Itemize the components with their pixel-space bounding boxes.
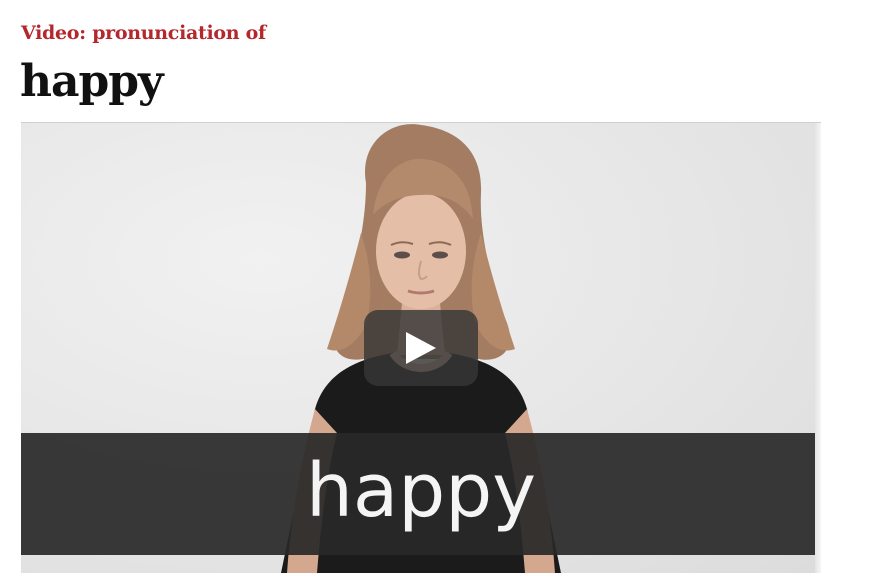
play-icon xyxy=(406,332,436,364)
page-title: happy xyxy=(20,56,164,107)
pronunciation-kicker: Video: pronunciation of xyxy=(21,22,266,44)
play-button[interactable] xyxy=(364,310,478,386)
video-player[interactable]: happy xyxy=(21,122,821,573)
caption-word: happy xyxy=(306,448,536,534)
video-right-edge xyxy=(815,123,821,573)
